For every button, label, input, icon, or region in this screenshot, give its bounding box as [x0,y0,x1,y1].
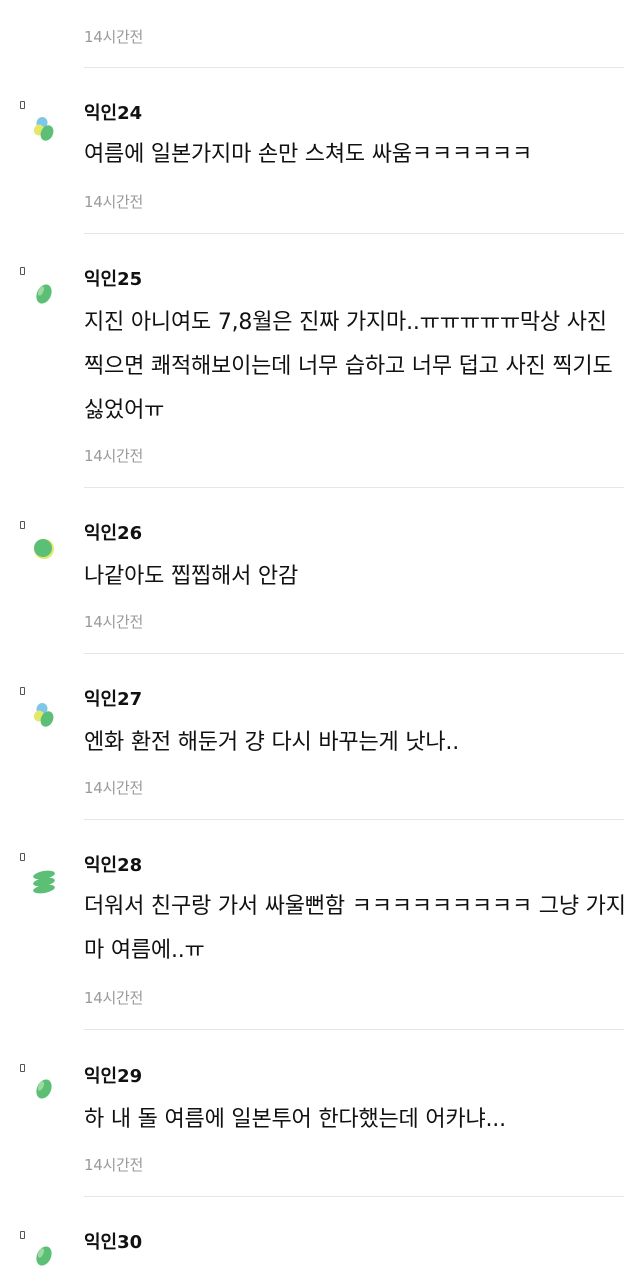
comment-body: 여름에 일본가지마 손만 스쳐도 싸움ㅋㅋㅋㅋㅋㅋ [84,142,533,167]
avatar-green-yellow-icon [34,539,54,559]
comment-marker-icon [20,267,25,275]
comment-divider [84,653,624,654]
comment-body: 더워서 친구랑 가서 싸울뻔함 ㅋㅋㅋㅋㅋㅋㅋㅋㅋ 그냥 가지마 여름에..ㅠ [84,894,626,963]
comment-divider [84,487,624,488]
comment-body: 지진 아니여도 7,8월은 진짜 가지마..ㅠㅠㅠㅠㅠ막상 사진 찍으면 쾌적해… [84,310,613,423]
comment-time: 14시간전 [84,613,143,631]
avatar-multi-dot-icon [33,703,54,727]
comment-author: 익인25 [84,269,143,290]
comment-divider [84,1029,624,1030]
comment-time: 14시간전 [84,779,143,797]
comment-body: 엔화 환전 해둔거 걍 다시 바꾸는게 낫나.. [84,730,459,755]
comment-author: 익인26 [84,523,143,544]
avatar-stack-icon [33,870,55,894]
comment-divider [84,233,624,234]
comment-body: 하 내 돌 여름에 일본투어 한다했는데 어카냐... [84,1107,506,1132]
comment-time: 14시간전 [84,1156,143,1174]
comment-time: 14시간전 [84,193,143,211]
comment-marker-icon [20,687,25,695]
avatar-green-dot-icon [36,1246,52,1266]
comment-time: 14시간전 [84,989,143,1007]
comment-marker-icon [20,1231,25,1239]
avatar-multi-dot-icon [33,117,54,141]
comment-author: 익인28 [84,855,143,876]
comment-author: 익인24 [84,103,143,124]
comment-author: 익인27 [84,689,143,710]
comment-author: 익인29 [84,1066,143,1087]
comment-divider [84,1196,624,1197]
comment-marker-icon [20,101,25,109]
comment-marker-icon [20,1064,25,1072]
avatar-green-dot-icon [36,1079,52,1099]
comment-time: 14시간전 [84,28,143,46]
comment-divider [84,67,624,68]
comment-marker-icon [20,853,25,861]
avatar-green-dot-icon [36,284,52,304]
comment-divider [84,819,624,820]
comment-author: 익인30 [84,1232,143,1253]
comment-time: 14시간전 [84,447,143,465]
comment-body: 나같아도 찝찝해서 안감 [84,564,298,589]
comment-marker-icon [20,521,25,529]
